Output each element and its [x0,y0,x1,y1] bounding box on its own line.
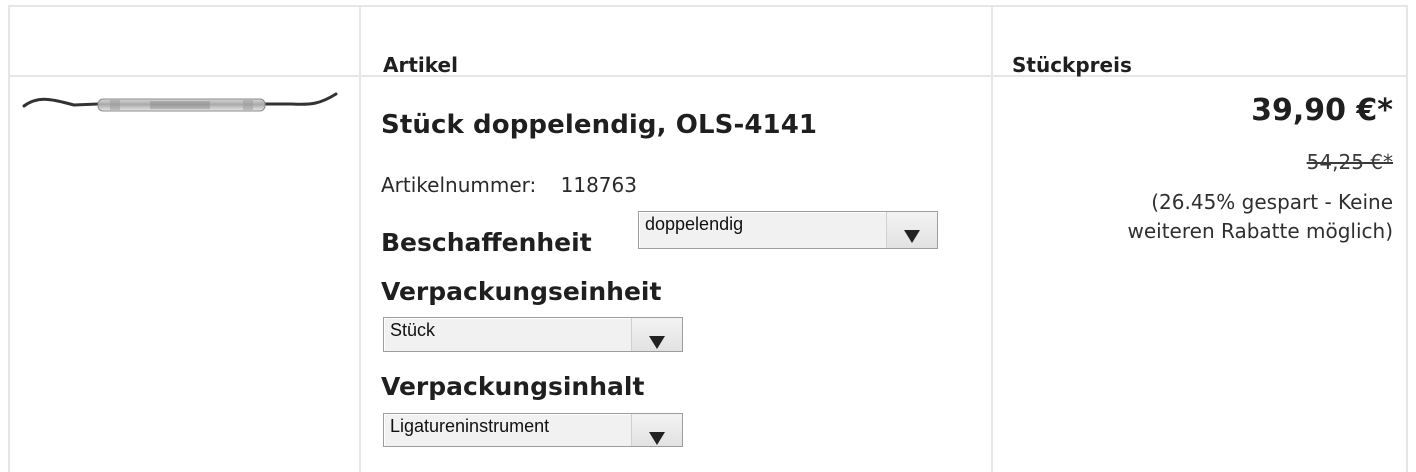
verpackungseinheit-dropdown-button[interactable] [631,318,682,351]
triangle-down-icon [649,432,665,445]
article-number-value: 118763 [560,173,637,197]
beschaffenheit-select[interactable]: doppelendig [638,211,938,249]
article-number: Artikelnummer: 118763 [381,173,637,197]
beschaffenheit-label: Beschaffenheit [381,228,592,257]
verpackungsinhalt-select[interactable]: Ligatureninstrument [383,413,683,447]
article-number-label: Artikelnummer: [381,173,537,197]
current-price: 39,90 €* [1251,93,1393,128]
old-price: 54,25 €* [1306,150,1393,174]
product-image [22,92,338,112]
saving-note: (26.45% gespart - Keine weiteren Rabatte… [1127,190,1394,243]
header-article: Artikel [383,53,458,77]
verpackungsinhalt-selected-value: Ligatureninstrument [390,416,550,436]
triangle-down-icon [649,336,665,349]
product-table-page: Artikel Stückpreis Stück doppelendig, OL… [0,0,1416,472]
verpackungseinheit-select[interactable]: Stück [383,317,683,352]
verpackungsinhalt-label: Verpackungsinhalt [381,372,645,401]
table-divider [10,75,1406,77]
product-title: Stück doppelendig, OLS-4141 [381,110,818,140]
header-unit-price: Stückpreis [1012,53,1132,77]
beschaffenheit-selected-value: doppelendig [645,214,744,234]
verpackungseinheit-label: Verpackungseinheit [381,277,662,306]
beschaffenheit-dropdown-button[interactable] [886,212,937,248]
verpackungseinheit-selected-value: Stück [390,320,436,340]
verpackungsinhalt-dropdown-button[interactable] [631,414,682,446]
triangle-down-icon [904,230,920,243]
